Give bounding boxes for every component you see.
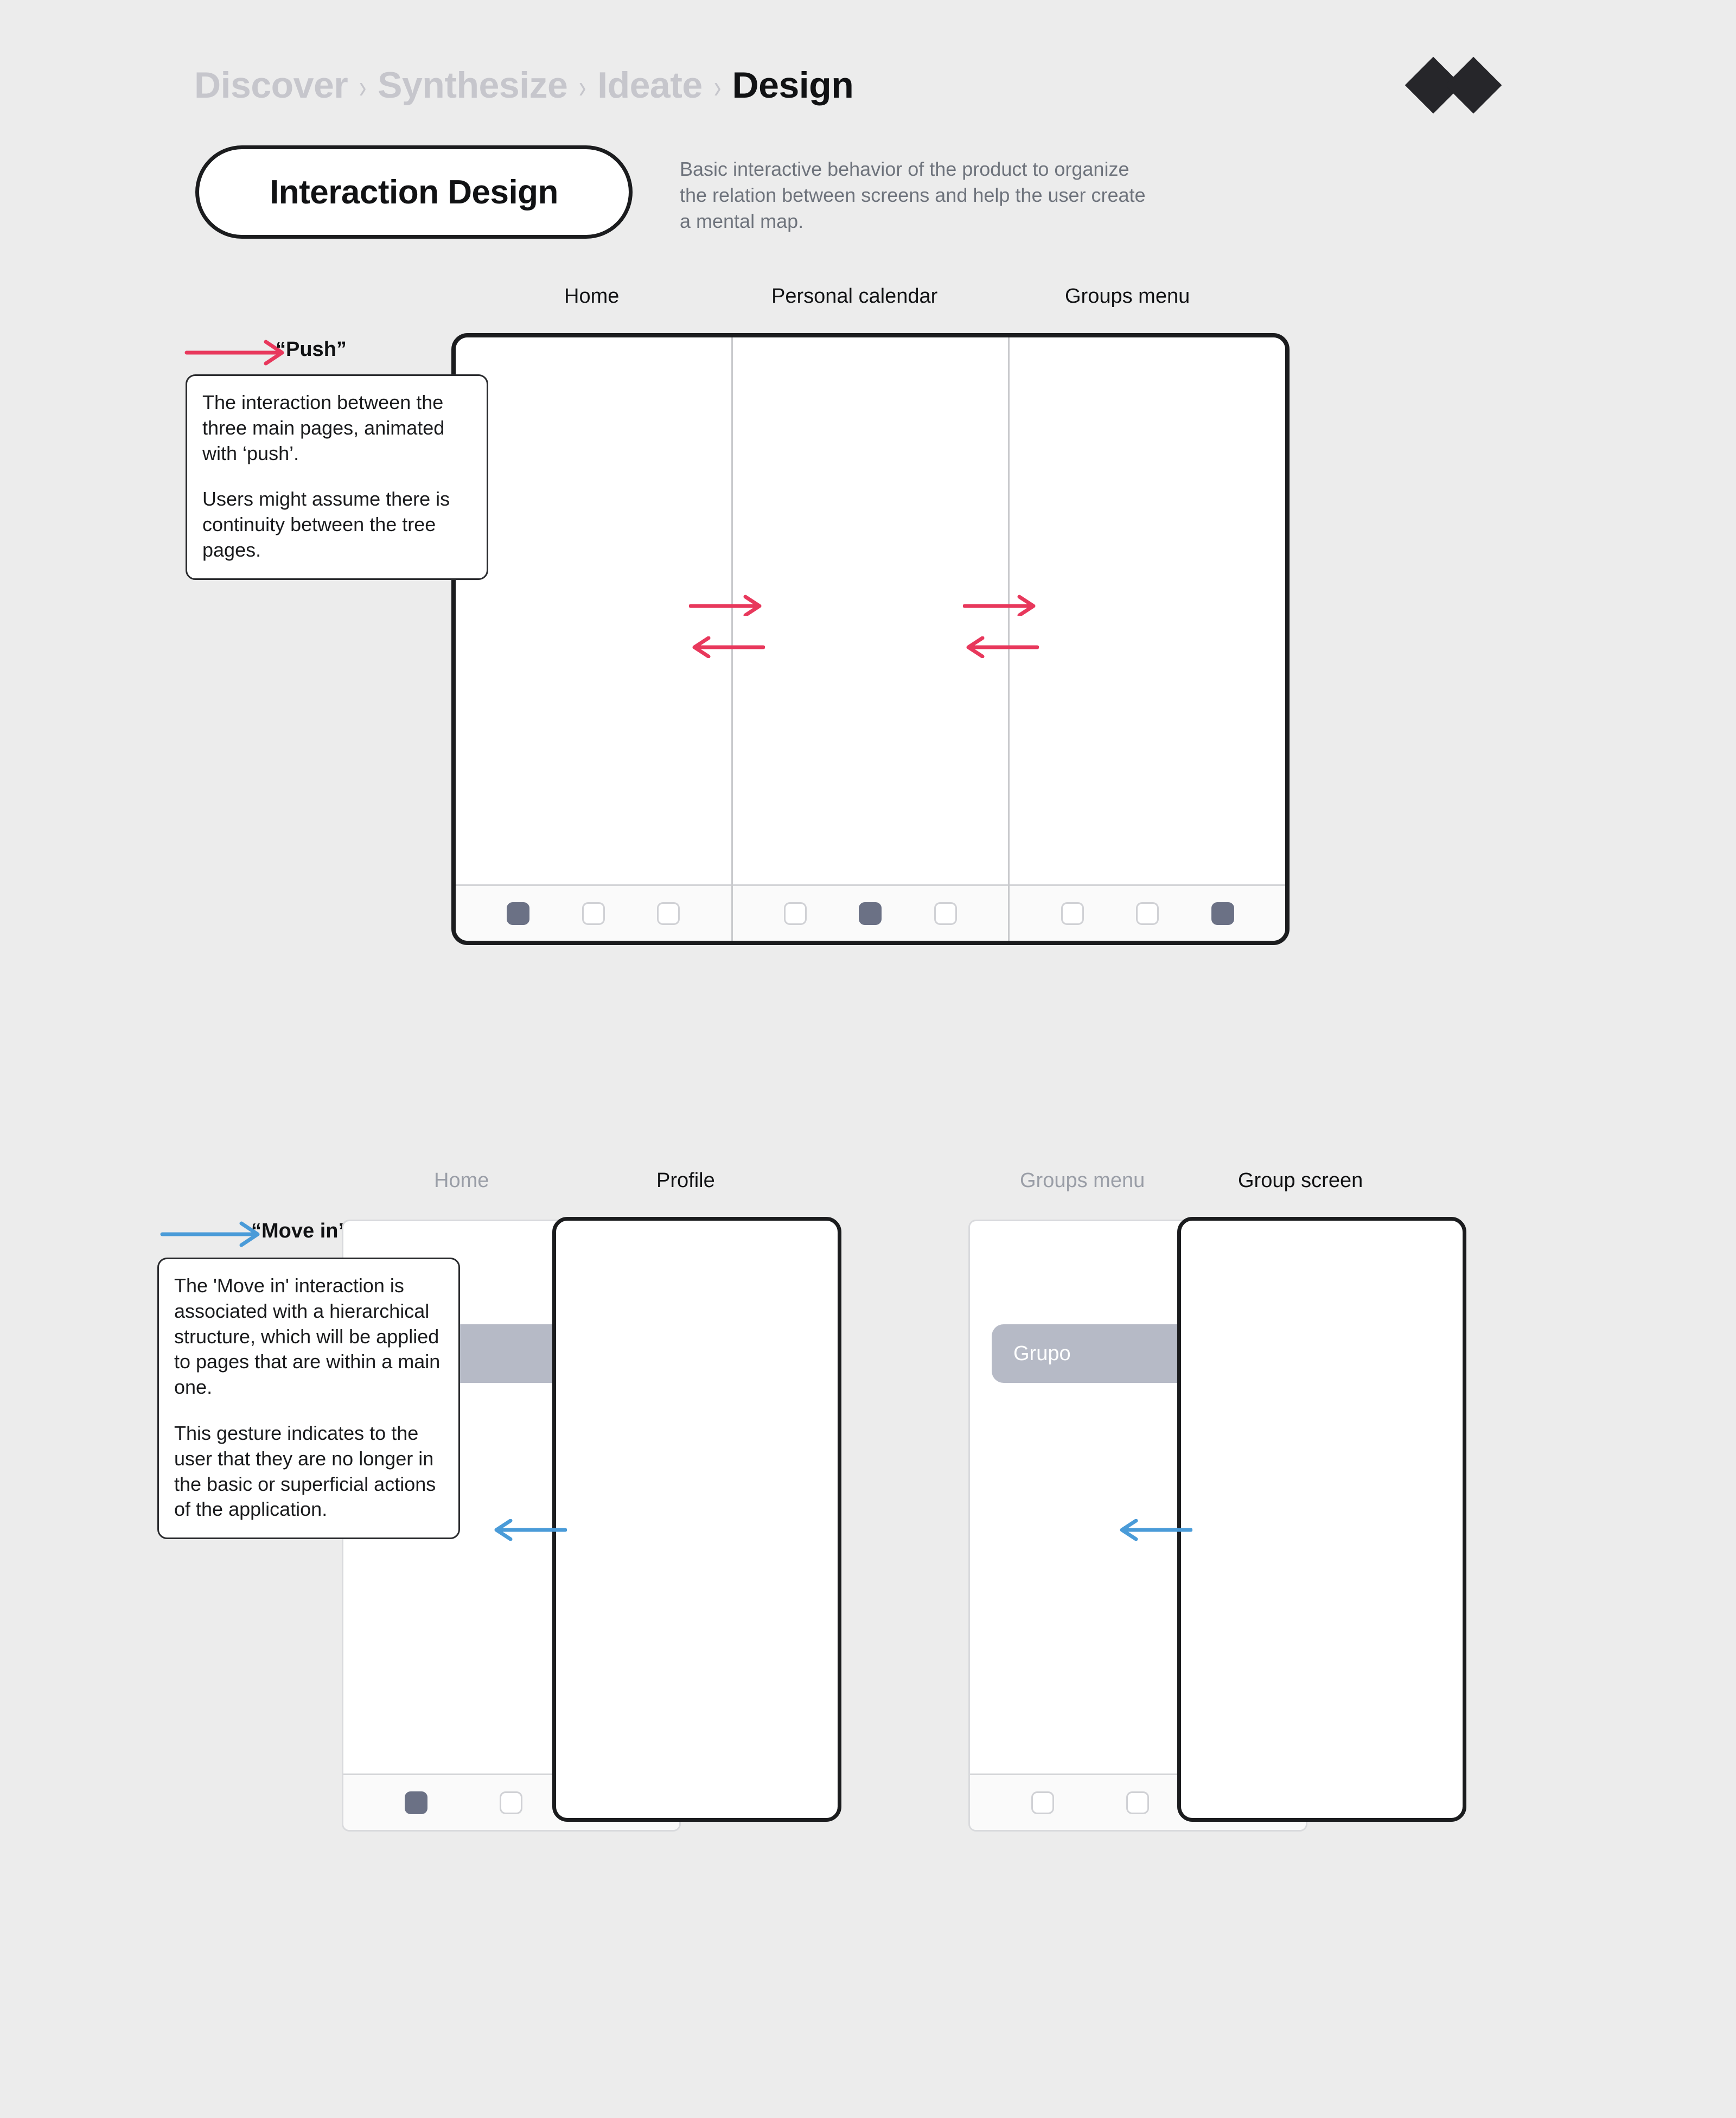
push-transition-arrow-left-2-icon (966, 636, 1039, 658)
pane-groups-menu (1008, 337, 1285, 941)
push-transition-arrow-right-2-icon (963, 595, 1036, 616)
screen-label-groups-menu-back: Groups menu (1020, 1169, 1145, 1192)
tab-icon-groups[interactable] (1211, 902, 1234, 925)
move-in-note-paragraph-2: This gesture indicates to the user that … (174, 1421, 436, 1521)
breadcrumb-item-design[interactable]: Design (732, 64, 854, 106)
tab-icon-home[interactable] (404, 1791, 427, 1814)
tab-icon-home[interactable] (1061, 902, 1084, 925)
push-phone-strip (451, 333, 1290, 945)
breadcrumb-separator-icon: › (713, 69, 722, 105)
breadcrumb-item-ideate[interactable]: Ideate (597, 64, 703, 106)
grupo-card-label: Grupo (1013, 1342, 1071, 1365)
tab-icon-calendar[interactable] (1136, 902, 1159, 925)
screen-label-profile: Profile (656, 1169, 715, 1192)
grupo-card[interactable]: Grupo (992, 1324, 1203, 1383)
breadcrumb-item-discover[interactable]: Discover (194, 64, 348, 106)
push-note-paragraph-1: The interaction between the three main p… (202, 391, 445, 464)
move-in-arrow-profile-icon (494, 1519, 567, 1541)
page-title-pill: Interaction Design (195, 145, 633, 239)
push-transition-arrow-right-1-icon (689, 595, 762, 616)
tab-icon-groups[interactable] (657, 902, 680, 925)
tab-icon-calendar[interactable] (582, 902, 605, 925)
push-note-paragraph-2: Users might assume there is continuity b… (202, 488, 450, 561)
phone-front-group-screen (1177, 1217, 1466, 1822)
tabbar-personal-calendar (732, 884, 1009, 941)
tab-icon-calendar[interactable] (1126, 1791, 1150, 1814)
tabbar-groups-menu (1010, 884, 1285, 941)
tab-icon-groups[interactable] (934, 902, 958, 925)
tab-icon-calendar[interactable] (500, 1791, 523, 1814)
phone-front-profile (552, 1217, 841, 1822)
pane-body-groups-menu (1010, 337, 1285, 884)
push-transition-arrow-left-1-icon (692, 636, 765, 658)
move-in-arrow-group-screen-icon (1120, 1519, 1192, 1541)
screen-label-groups-menu: Groups menu (1065, 285, 1190, 308)
breadcrumb-item-synthesize[interactable]: Synthesize (378, 64, 568, 106)
screen-label-home-back: Home (434, 1169, 489, 1192)
move-in-annotation-label: “Move in” (251, 1220, 349, 1242)
tab-icon-calendar[interactable] (859, 902, 882, 925)
move-in-note-paragraph-1: The 'Move in' interaction is associated … (174, 1274, 441, 1399)
screen-label-personal-calendar: Personal calendar (771, 285, 938, 308)
tab-icon-home[interactable] (783, 902, 807, 925)
tabbar-home (456, 884, 731, 941)
page-title: Interaction Design (270, 173, 558, 211)
breadcrumb-separator-icon: › (579, 69, 586, 105)
screen-label-home: Home (564, 285, 620, 308)
tab-icon-home[interactable] (507, 902, 530, 925)
diamond-right-icon (1445, 56, 1502, 114)
tab-icon-home[interactable] (1031, 1791, 1054, 1814)
page-subtitle: Basic interactive behavior of the produc… (680, 158, 1146, 232)
breadcrumb: Discover › Synthesize › Ideate › Design (194, 64, 854, 106)
move-in-note: The 'Move in' interaction is associated … (157, 1258, 460, 1540)
push-note: The interaction between the three main p… (186, 374, 488, 580)
breadcrumb-separator-icon: › (359, 69, 367, 105)
screen-label-group-screen: Group screen (1238, 1169, 1363, 1192)
push-annotation-label: “Push” (276, 338, 347, 361)
double-diamond-logo (1405, 56, 1538, 114)
